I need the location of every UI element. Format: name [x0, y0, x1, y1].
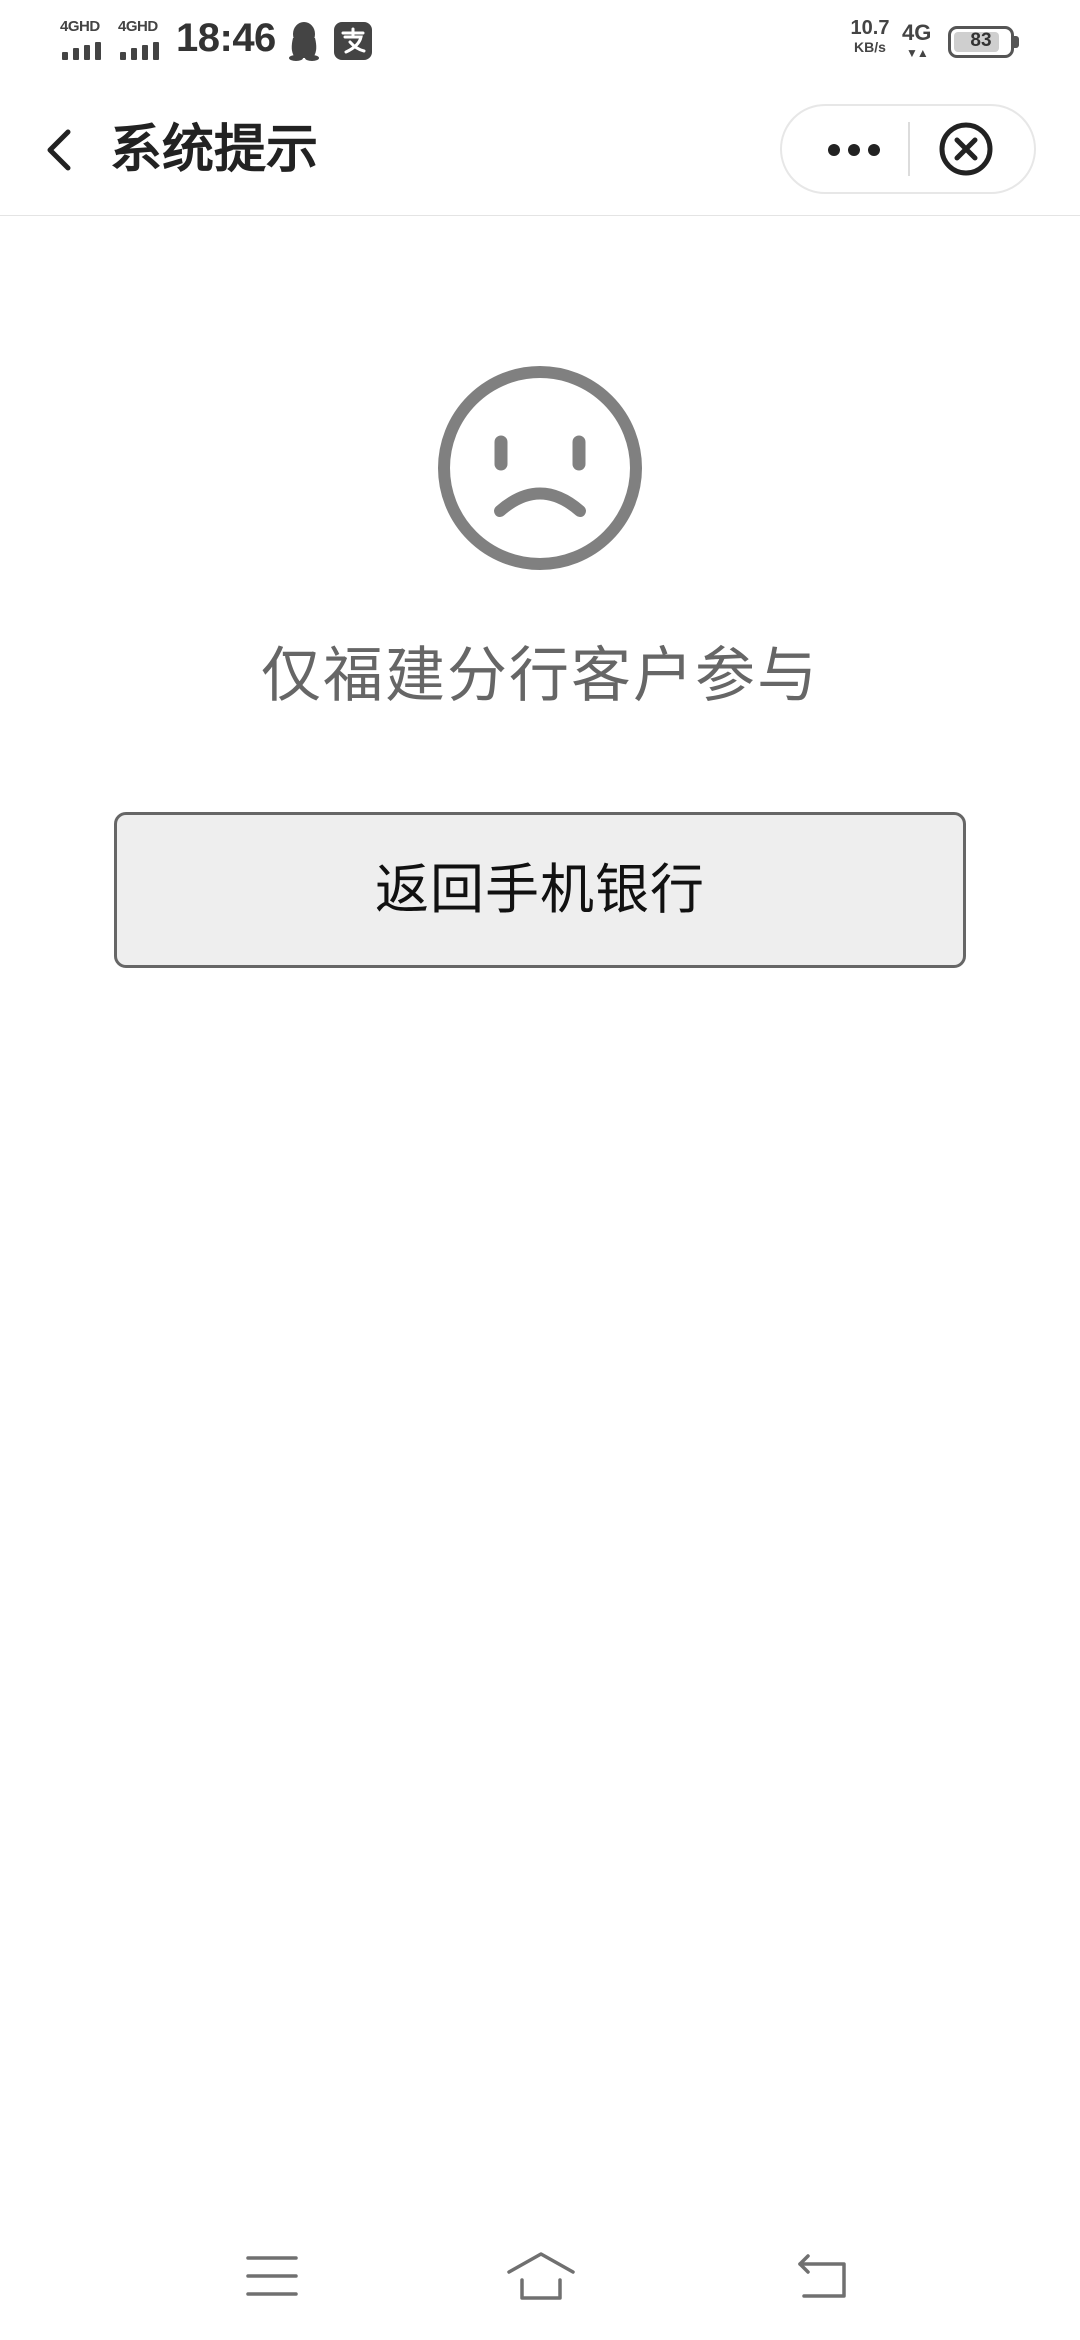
signal-strength-icon: 4GHD [60, 18, 110, 60]
more-button[interactable] [782, 106, 908, 192]
sad-face-icon [438, 366, 642, 570]
home-icon [507, 2252, 575, 2300]
network-speed-value: 10.7 [850, 17, 890, 39]
status-bar: 4GHD 4GHD 18:46 10.7 KB/s 4G ▼▲ 83 [0, 0, 1080, 84]
signal-strength-icon: 4GHD [118, 18, 168, 60]
battery-level-text: 83 [970, 30, 992, 51]
qq-icon [289, 22, 319, 61]
alipay-icon [334, 22, 372, 60]
battery-icon: 83 [948, 26, 1014, 58]
signal-type-label: 4GHD [118, 18, 158, 35]
network-speed-unit: KB/s [854, 39, 886, 55]
battery-cap [1014, 36, 1019, 48]
status-time: 18:46 [176, 16, 276, 60]
back-arrow-icon [798, 2254, 846, 2298]
close-circle-icon [939, 122, 993, 176]
notice-message: 仅福建分行客户参与 [261, 641, 819, 711]
signal-type-label: 4GHD [60, 18, 100, 35]
back-button[interactable] [34, 114, 92, 186]
close-button[interactable] [910, 106, 1034, 192]
menu-button[interactable] [246, 2254, 298, 2298]
home-button[interactable] [506, 2250, 576, 2304]
system-back-button[interactable] [796, 2252, 848, 2302]
network-activity-icon: ▼▲ [906, 46, 929, 60]
menu-lines-icon [246, 2256, 298, 2296]
mobile-data-icon: 4G ▼▲ [900, 20, 940, 60]
network-speed: 10.7 KB/s [840, 18, 900, 54]
capsule-menu [780, 104, 1036, 194]
nav-bar: 系统提示 [0, 84, 1080, 216]
network-type-label: 4G [902, 20, 932, 45]
page-title: 系统提示 [110, 120, 319, 180]
chevron-left-icon [47, 129, 71, 171]
return-to-mobile-banking-button[interactable]: 返回手机银行 [114, 812, 966, 968]
